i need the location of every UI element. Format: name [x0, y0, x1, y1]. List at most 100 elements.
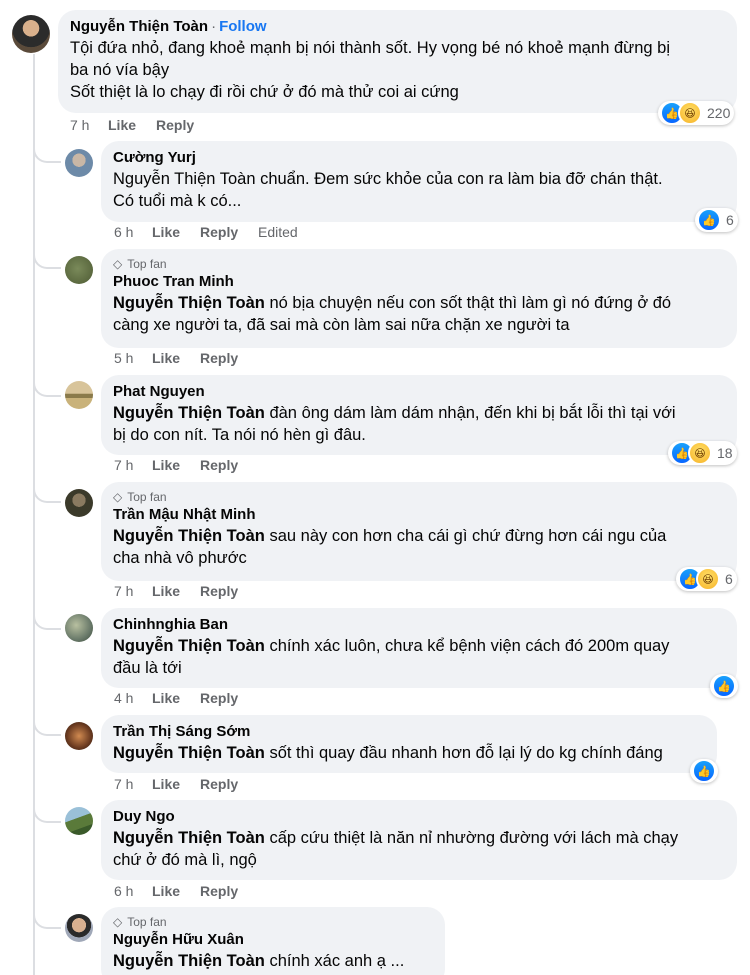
- reply-button[interactable]: Reply: [200, 350, 258, 366]
- comment-actions: 7 h Like Reply: [114, 583, 258, 599]
- comment-bubble: ◇ Top fan Phuoc Tran Minh Nguyễn Thiện To…: [101, 249, 737, 348]
- reply-button[interactable]: Reply: [200, 583, 258, 599]
- mention-link[interactable]: Nguyễn Thiện Toàn: [113, 404, 265, 422]
- comment-author: Nguyễn Thiện Toàn · Follow: [70, 18, 267, 35]
- thumbs-up-icon: 👍: [712, 674, 736, 698]
- author-name[interactable]: Phat Nguyen: [113, 382, 725, 402]
- avatar[interactable]: [65, 489, 93, 517]
- avatar[interactable]: [65, 381, 93, 409]
- comment-text: Nguyễn Thiện Toàn sau này con hơn cha cá…: [113, 525, 725, 547]
- top-fan-badge: ◇ Top fan: [113, 256, 725, 272]
- timestamp[interactable]: 5 h: [114, 350, 152, 366]
- reaction-summary[interactable]: 👍: [690, 759, 718, 783]
- comment-bubble: ◇ Top fan Trần Mậu Nhật Minh Nguyễn Thiện…: [101, 482, 737, 581]
- comment-text: Nguyễn Thiện Toàn chính xác luôn, chưa k…: [113, 635, 725, 657]
- reaction-count: 220: [707, 105, 731, 121]
- comment-actions: 4 h Like Reply: [114, 690, 258, 706]
- author-name[interactable]: Trần Mậu Nhật Minh: [113, 505, 725, 525]
- mention-link[interactable]: Nguyễn Thiện Toàn: [113, 744, 265, 762]
- thread-elbow: [33, 898, 61, 929]
- author-name[interactable]: Trần Thị Sáng Sớm: [113, 722, 705, 742]
- timestamp[interactable]: 7 h: [114, 776, 152, 792]
- reaction-summary[interactable]: 👍: [710, 674, 738, 698]
- mention-link[interactable]: Nguyễn Thiện Toàn: [113, 294, 265, 312]
- reply-button[interactable]: Reply: [200, 776, 258, 792]
- author-name[interactable]: Phuoc Tran Minh: [113, 272, 725, 292]
- author-name[interactable]: Chinhnghia Ban: [113, 615, 725, 635]
- mention-link[interactable]: Nguyễn Thiện Toàn: [113, 829, 265, 847]
- timestamp[interactable]: 6 h: [114, 224, 152, 240]
- timestamp[interactable]: 6 h: [114, 883, 152, 899]
- comment-text: Nguyễn Thiện Toàn chính xác anh ạ ...: [113, 950, 433, 972]
- comment-bubble: Trần Thị Sáng Sớm Nguyễn Thiện Toàn sốt …: [101, 715, 717, 773]
- comment-text: chứ ở đó mà lì, ngộ: [113, 851, 257, 869]
- reaction-summary[interactable]: 👍 😆 6: [676, 567, 737, 591]
- reaction-count: 6: [725, 571, 733, 587]
- reply-button[interactable]: Reply: [200, 224, 258, 240]
- comment-text-fragment: đàn ông dám làm dám nhận, đến khi bị bắt…: [264, 404, 676, 422]
- avatar[interactable]: [65, 256, 93, 284]
- comment-text: Nguyễn Thiện Toàn đàn ông dám làm dám nh…: [113, 402, 725, 424]
- like-button[interactable]: Like: [152, 776, 200, 792]
- comment-text-fragment: sau này con hơn cha cái gì chứ đừng hơn …: [264, 527, 667, 545]
- avatar[interactable]: [65, 914, 93, 942]
- reply-button[interactable]: Reply: [200, 690, 258, 706]
- comment-text: Nguyễn Thiện Toàn sốt thì quay đầu nhanh…: [113, 742, 705, 764]
- reply-button[interactable]: Reply: [200, 883, 258, 899]
- thread-elbow: [33, 705, 61, 736]
- avatar[interactable]: [65, 614, 93, 642]
- thread-elbow: [33, 364, 61, 397]
- avatar[interactable]: [65, 807, 93, 835]
- comment-bubble: Phat Nguyen Nguyễn Thiện Toàn đàn ông dá…: [101, 375, 737, 455]
- mention-link[interactable]: Nguyễn Thiện Toàn: [113, 527, 265, 545]
- like-button[interactable]: Like: [152, 583, 200, 599]
- follow-button[interactable]: Follow: [219, 18, 267, 35]
- reaction-summary[interactable]: 👍 6: [695, 208, 738, 232]
- comment-actions: 7 h Like Reply: [114, 457, 258, 473]
- haha-icon: 😆: [678, 101, 702, 125]
- reply-button[interactable]: Reply: [156, 117, 214, 133]
- mention-link[interactable]: Nguyễn Thiện Toàn: [113, 952, 265, 970]
- comment-text-fragment: chính xác luôn, chưa kể bệnh viện cách đ…: [264, 637, 670, 655]
- like-button[interactable]: Like: [152, 883, 200, 899]
- timestamp[interactable]: 7 h: [114, 583, 152, 599]
- comment-actions: 6 h Like Reply Edited: [114, 224, 298, 240]
- comment-text: Sốt thiệt là lo chạy đi rồi chứ ở đó mà …: [70, 83, 459, 101]
- author-name[interactable]: Nguyễn Thiện Toàn: [70, 18, 208, 35]
- comment-text: càng xe người ta, đã sai mà còn làm sai …: [113, 316, 570, 334]
- comment-text: ba nó vía bậy: [70, 61, 170, 79]
- thread-elbow: [33, 472, 61, 503]
- thread-elbow: [33, 130, 61, 163]
- badge-label: Top fan: [127, 490, 167, 504]
- timestamp[interactable]: 7 h: [70, 117, 108, 133]
- avatar[interactable]: [65, 149, 93, 177]
- avatar[interactable]: [65, 722, 93, 750]
- author-name[interactable]: Nguyễn Hữu Xuân: [113, 930, 433, 950]
- comment-bubble: Duy Ngo Nguyễn Thiện Toàn cấp cứu thiệt …: [101, 800, 737, 880]
- timestamp[interactable]: 4 h: [114, 690, 152, 706]
- like-button[interactable]: Like: [152, 224, 200, 240]
- timestamp[interactable]: 7 h: [114, 457, 152, 473]
- like-button[interactable]: Like: [152, 690, 200, 706]
- comment-actions: 5 h Like Reply: [114, 350, 258, 366]
- author-name[interactable]: Cường Yurj: [113, 148, 725, 168]
- reaction-summary[interactable]: 👍 😆 220: [658, 101, 735, 125]
- comment-text: cha nhà vô phước: [113, 549, 247, 567]
- comment-actions: 7 h Like Reply: [114, 776, 258, 792]
- comment-text-fragment: cấp cứu thiệt là năn nỉ nhường đường với…: [264, 829, 679, 847]
- reply-button[interactable]: Reply: [200, 457, 258, 473]
- reaction-summary[interactable]: 👍 😆 18: [668, 441, 737, 465]
- thumbs-up-icon: 👍: [697, 208, 721, 232]
- comment-text: Có tuổi mà k có...: [113, 192, 242, 210]
- like-button[interactable]: Like: [108, 117, 156, 133]
- comment-text: bị do con nít. Ta nói nó hèn gì đâu.: [113, 426, 366, 444]
- author-name[interactable]: Duy Ngo: [113, 807, 725, 827]
- comment-bubble: Chinhnghia Ban Nguyễn Thiện Toàn chính x…: [101, 608, 737, 688]
- top-fan-badge: ◇ Top fan: [113, 489, 725, 505]
- avatar[interactable]: [12, 15, 50, 53]
- like-button[interactable]: Like: [152, 457, 200, 473]
- like-button[interactable]: Like: [152, 350, 200, 366]
- top-fan-diamond-icon: ◇: [113, 257, 123, 271]
- comment-text: Nguyễn Thiện Toàn chuẩn. Đem sức khỏe củ…: [113, 170, 663, 188]
- mention-link[interactable]: Nguyễn Thiện Toàn: [113, 637, 265, 655]
